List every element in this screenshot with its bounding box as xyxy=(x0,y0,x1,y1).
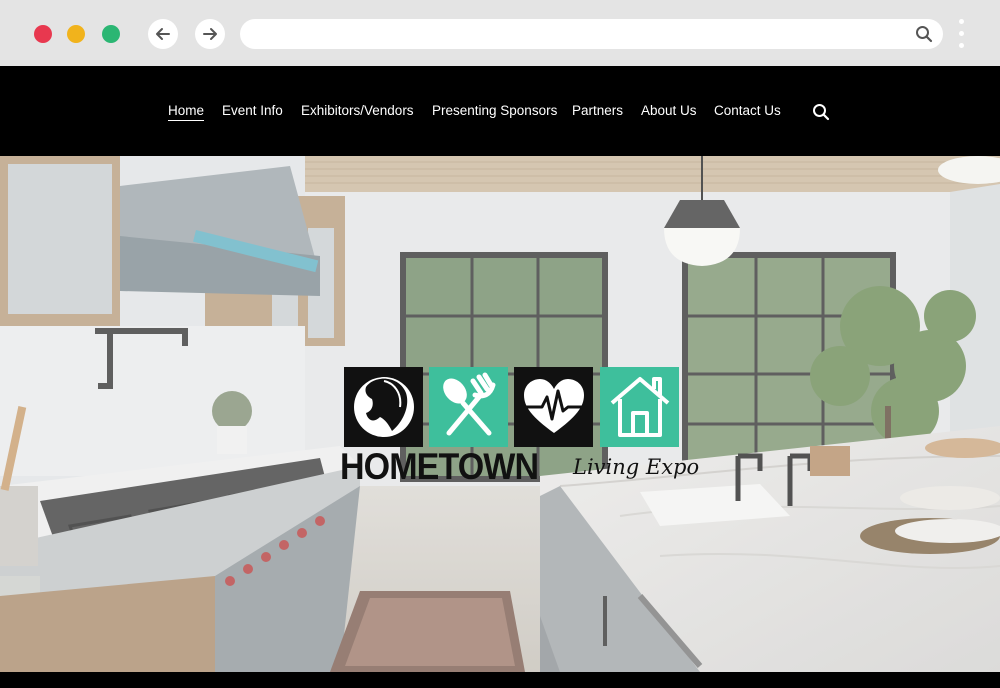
search-icon[interactable] xyxy=(915,25,933,43)
arrow-right-icon xyxy=(203,28,217,40)
nav-exhibitors-vendors[interactable]: Exhibitors/Vendors xyxy=(301,103,414,118)
nav-about-us[interactable]: About Us xyxy=(641,103,697,118)
window-close-dot[interactable] xyxy=(34,25,52,43)
logo-wordmark: HOMETOWN xyxy=(340,446,539,487)
logo-tagline: Living Expo xyxy=(573,455,700,479)
fork-spoon-icon xyxy=(429,367,508,447)
nav-home[interactable]: Home xyxy=(168,103,205,121)
site-header: Home Event Info Exhibitors/Vendors Prese… xyxy=(0,66,1000,156)
search-icon[interactable] xyxy=(812,103,830,126)
nav-contact-us[interactable]: Contact Us xyxy=(714,103,781,118)
house-icon xyxy=(600,367,679,447)
nav-event-info[interactable]: Event Info xyxy=(222,103,283,118)
nav-partners[interactable]: Partners xyxy=(572,103,623,118)
kebab-menu-icon[interactable] xyxy=(959,19,965,49)
browser-chrome xyxy=(0,0,1000,66)
address-bar[interactable] xyxy=(240,19,943,49)
bottom-strip xyxy=(0,672,1000,688)
window-maximize-dot[interactable] xyxy=(102,25,120,43)
main-navigation: Home Event Info Exhibitors/Vendors Prese… xyxy=(0,66,1000,156)
nav-presenting-sponsors[interactable]: Presenting Sponsors xyxy=(432,103,557,118)
forward-button[interactable] xyxy=(195,19,225,49)
window-minimize-dot[interactable] xyxy=(67,25,85,43)
arrow-left-icon xyxy=(156,28,170,40)
back-button[interactable] xyxy=(148,19,178,49)
hometown-logo[interactable]: HOMETOWN Living Expo xyxy=(340,367,699,489)
woman-face-icon xyxy=(344,367,423,447)
heartbeat-icon xyxy=(514,367,593,447)
